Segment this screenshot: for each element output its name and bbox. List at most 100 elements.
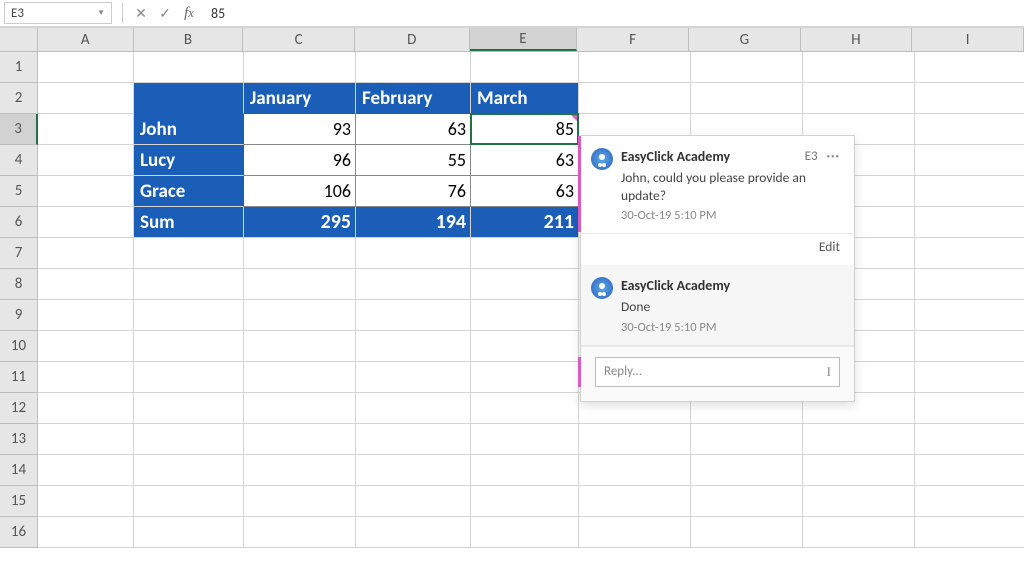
row-header-1[interactable]: 1 bbox=[0, 52, 38, 83]
cell[interactable] bbox=[471, 300, 579, 331]
cell[interactable] bbox=[38, 455, 134, 486]
cell[interactable] bbox=[803, 455, 915, 486]
row-header-15[interactable]: 15 bbox=[0, 486, 38, 517]
cell[interactable] bbox=[38, 145, 134, 176]
cell[interactable] bbox=[915, 83, 1024, 114]
table-row-label[interactable]: Grace bbox=[134, 176, 244, 207]
table-cell[interactable]: 76 bbox=[356, 176, 471, 207]
cells-grid[interactable]: JanuaryFebruaryMarchJohn936385Lucy965563… bbox=[38, 52, 1024, 548]
cell[interactable] bbox=[579, 455, 691, 486]
cell[interactable] bbox=[38, 269, 134, 300]
table-corner[interactable] bbox=[134, 83, 244, 114]
column-header-I[interactable]: I bbox=[912, 28, 1024, 51]
cell[interactable] bbox=[38, 331, 134, 362]
cell[interactable] bbox=[244, 331, 356, 362]
cell[interactable] bbox=[38, 362, 134, 393]
cell[interactable] bbox=[356, 269, 471, 300]
cell[interactable] bbox=[803, 83, 915, 114]
cell[interactable] bbox=[471, 424, 579, 455]
cell[interactable] bbox=[38, 424, 134, 455]
cell[interactable] bbox=[38, 517, 134, 548]
cell[interactable] bbox=[134, 455, 244, 486]
table-cell[interactable]: 96 bbox=[244, 145, 356, 176]
row-header-8[interactable]: 8 bbox=[0, 269, 38, 300]
cell[interactable] bbox=[356, 517, 471, 548]
cell[interactable] bbox=[38, 207, 134, 238]
cell[interactable] bbox=[803, 424, 915, 455]
table-col-header[interactable]: February bbox=[356, 83, 471, 114]
cell[interactable] bbox=[691, 486, 803, 517]
cell[interactable] bbox=[134, 424, 244, 455]
cell[interactable] bbox=[38, 393, 134, 424]
column-header-F[interactable]: F bbox=[577, 28, 689, 51]
table-cell[interactable]: 85 bbox=[471, 114, 579, 145]
cell[interactable] bbox=[356, 362, 471, 393]
column-header-A[interactable]: A bbox=[38, 28, 134, 51]
cell[interactable] bbox=[915, 362, 1024, 393]
comment-indicator-icon[interactable] bbox=[570, 114, 578, 122]
cell[interactable] bbox=[134, 362, 244, 393]
cell[interactable] bbox=[356, 52, 471, 83]
select-all-corner[interactable] bbox=[0, 28, 38, 51]
cell[interactable] bbox=[356, 424, 471, 455]
cell[interactable] bbox=[915, 52, 1024, 83]
column-header-G[interactable]: G bbox=[689, 28, 801, 51]
cell[interactable] bbox=[134, 300, 244, 331]
cell[interactable] bbox=[579, 424, 691, 455]
cell[interactable] bbox=[356, 455, 471, 486]
cell[interactable] bbox=[471, 517, 579, 548]
name-box-dropdown-icon[interactable]: ▼ bbox=[97, 8, 105, 18]
table-row-label[interactable]: John bbox=[134, 114, 244, 145]
row-header-12[interactable]: 12 bbox=[0, 393, 38, 424]
cell[interactable] bbox=[356, 393, 471, 424]
cell[interactable] bbox=[471, 52, 579, 83]
cell[interactable] bbox=[915, 114, 1024, 145]
more-icon[interactable]: ··· bbox=[827, 149, 840, 164]
cell[interactable] bbox=[134, 238, 244, 269]
row-header-3[interactable]: 3 bbox=[0, 114, 38, 145]
cell[interactable] bbox=[915, 269, 1024, 300]
cell[interactable] bbox=[38, 176, 134, 207]
cell[interactable] bbox=[915, 300, 1024, 331]
column-header-D[interactable]: D bbox=[355, 28, 470, 51]
cell[interactable] bbox=[38, 238, 134, 269]
row-header-5[interactable]: 5 bbox=[0, 176, 38, 207]
cell[interactable] bbox=[471, 238, 579, 269]
cell[interactable] bbox=[244, 455, 356, 486]
row-header-9[interactable]: 9 bbox=[0, 300, 38, 331]
row-header-7[interactable]: 7 bbox=[0, 238, 38, 269]
cell[interactable] bbox=[244, 486, 356, 517]
cell[interactable] bbox=[134, 269, 244, 300]
table-col-header[interactable]: January bbox=[244, 83, 356, 114]
cell[interactable] bbox=[244, 52, 356, 83]
cell[interactable] bbox=[915, 455, 1024, 486]
row-header-14[interactable]: 14 bbox=[0, 455, 38, 486]
table-cell[interactable]: 63 bbox=[356, 114, 471, 145]
cell[interactable] bbox=[244, 238, 356, 269]
cell[interactable] bbox=[803, 486, 915, 517]
row-header-11[interactable]: 11 bbox=[0, 362, 38, 393]
cell[interactable] bbox=[579, 517, 691, 548]
cell[interactable] bbox=[915, 145, 1024, 176]
cell[interactable] bbox=[915, 517, 1024, 548]
cell[interactable] bbox=[915, 238, 1024, 269]
cell[interactable] bbox=[356, 238, 471, 269]
cancel-icon[interactable]: ✕ bbox=[129, 5, 153, 22]
cell[interactable] bbox=[244, 362, 356, 393]
table-row-label[interactable]: Lucy bbox=[134, 145, 244, 176]
cell[interactable] bbox=[244, 269, 356, 300]
cell[interactable] bbox=[134, 393, 244, 424]
cell[interactable] bbox=[691, 83, 803, 114]
cell[interactable] bbox=[691, 424, 803, 455]
cell[interactable] bbox=[134, 486, 244, 517]
row-header-16[interactable]: 16 bbox=[0, 517, 38, 548]
table-cell[interactable]: 55 bbox=[356, 145, 471, 176]
column-header-E[interactable]: E bbox=[470, 28, 578, 51]
cell[interactable] bbox=[579, 486, 691, 517]
cell[interactable] bbox=[38, 300, 134, 331]
edit-button[interactable]: Edit bbox=[581, 234, 854, 265]
table-sum-cell[interactable]: 194 bbox=[356, 207, 471, 238]
table-cell[interactable]: 63 bbox=[471, 176, 579, 207]
cell[interactable] bbox=[134, 331, 244, 362]
cell[interactable] bbox=[579, 83, 691, 114]
